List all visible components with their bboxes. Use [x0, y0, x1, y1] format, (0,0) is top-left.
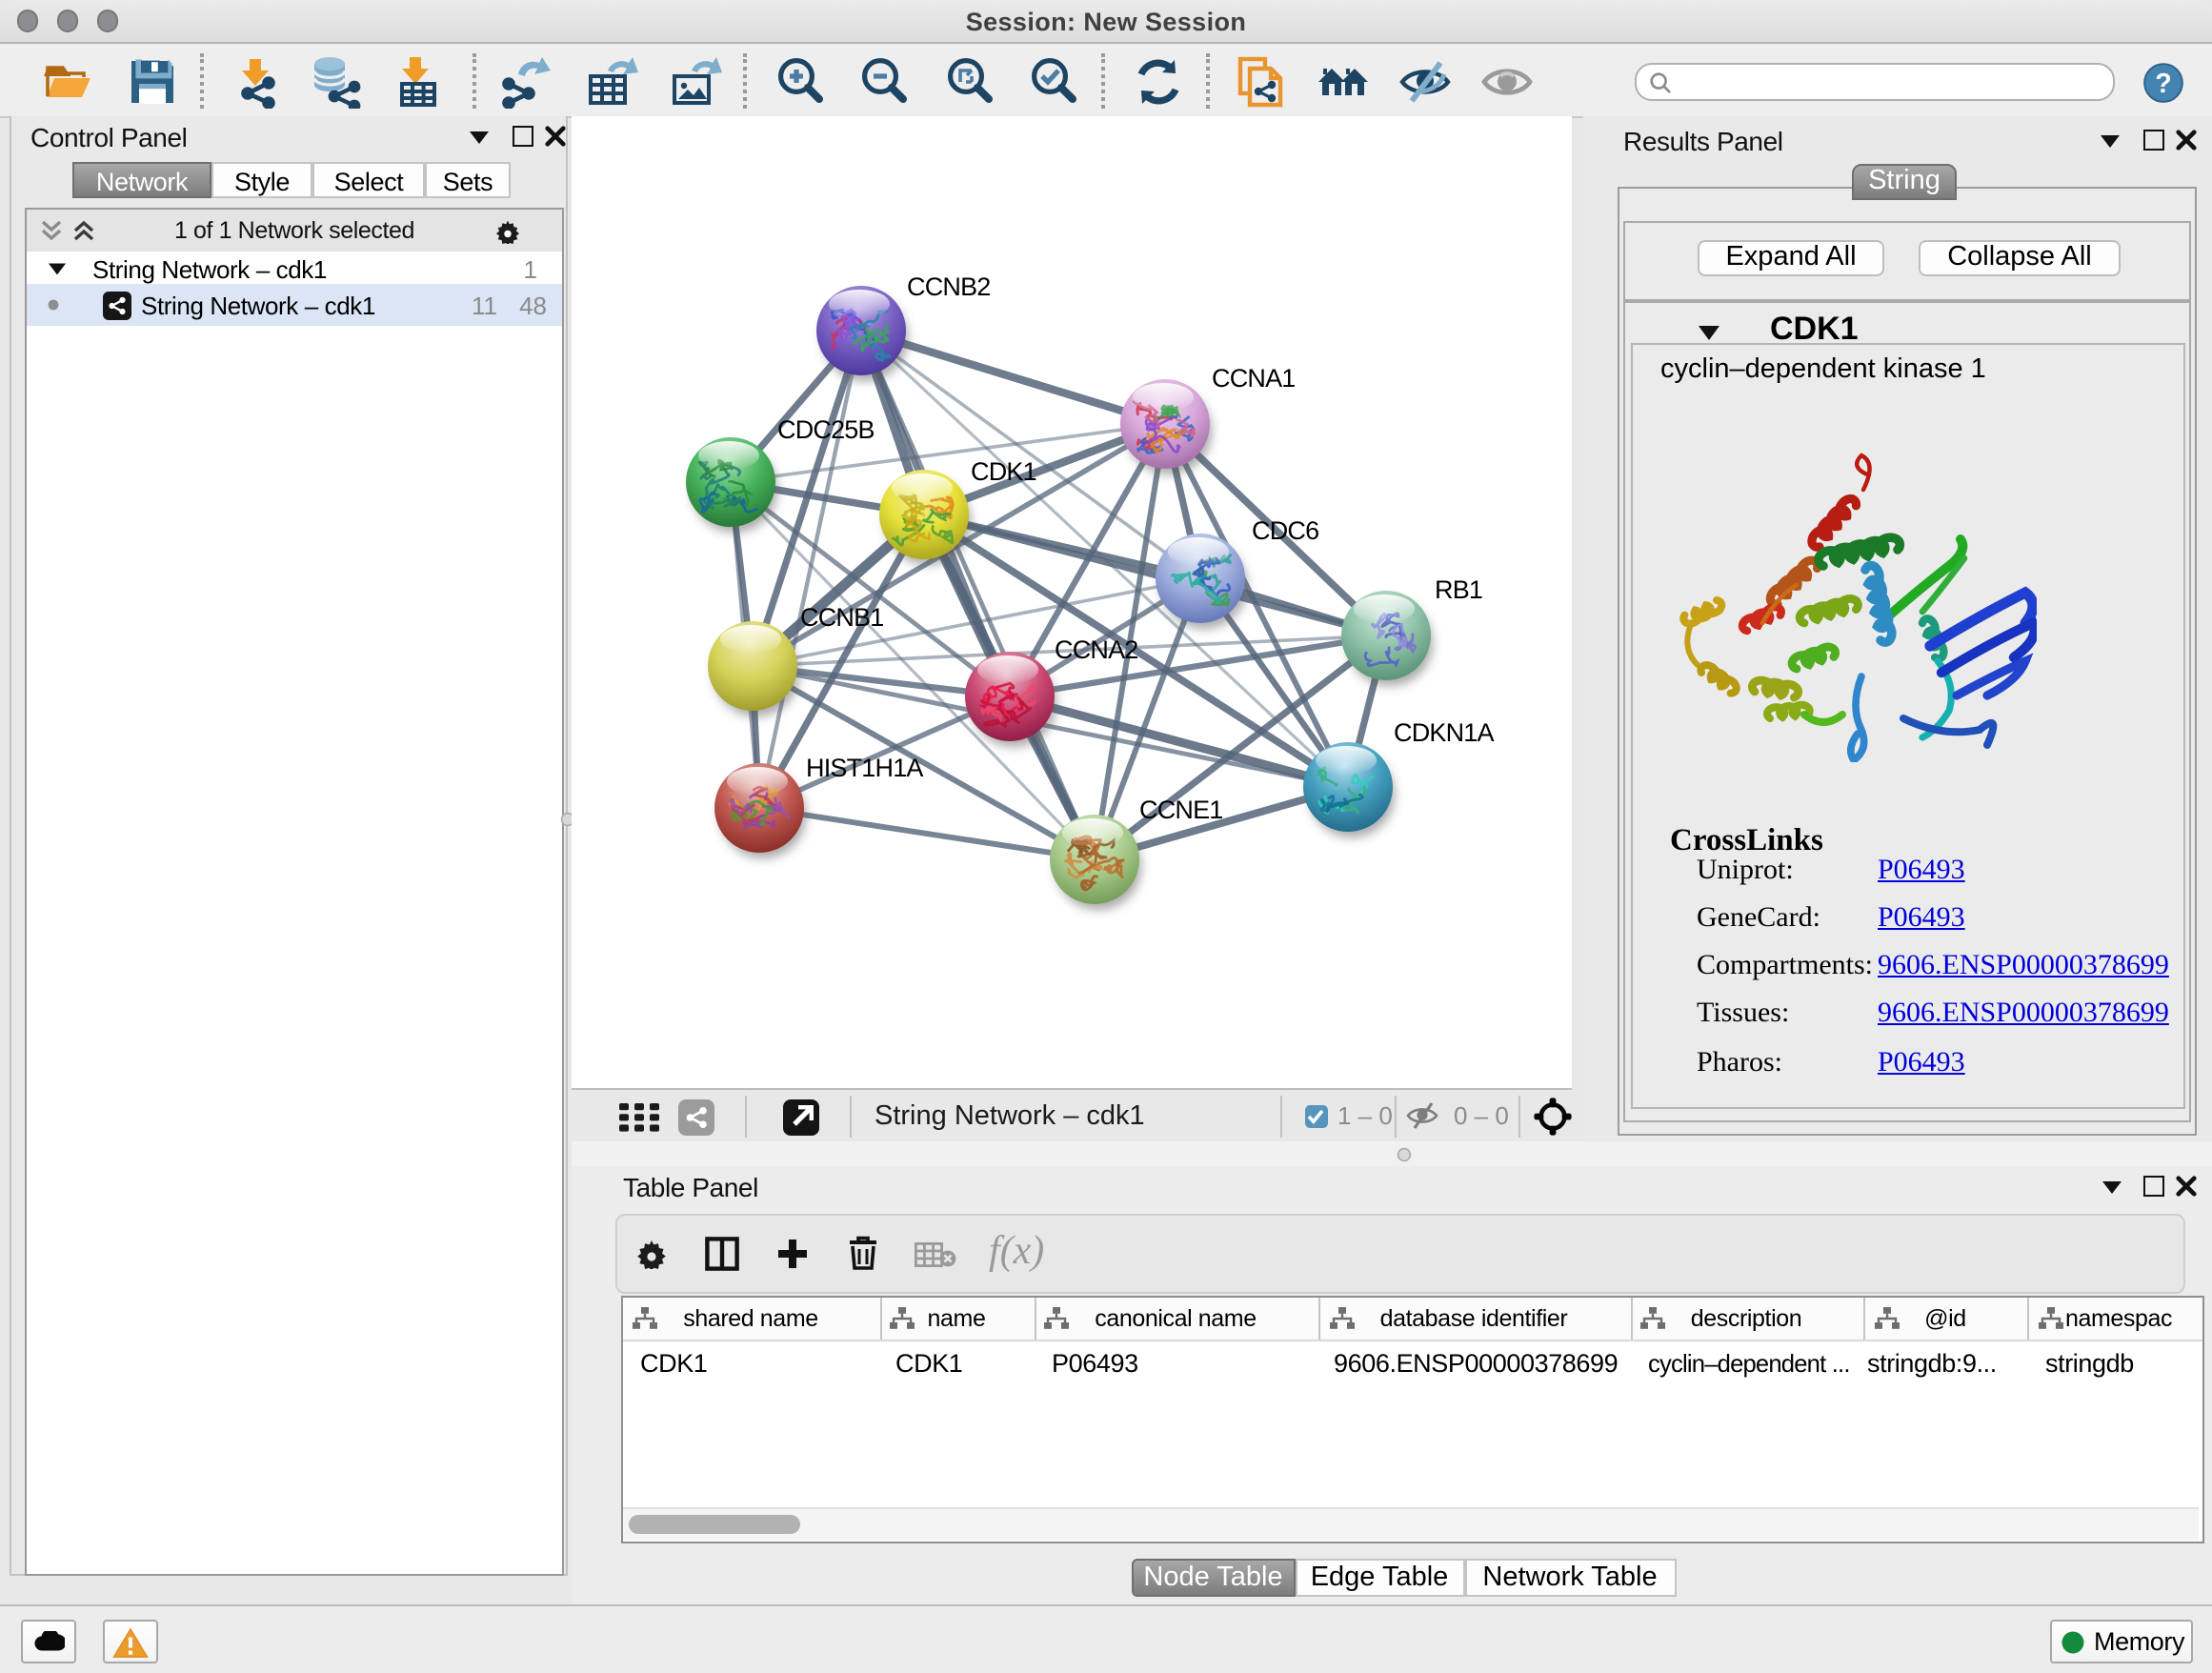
- svg-text:?: ?: [2155, 69, 2172, 99]
- svg-text:CDK1: CDK1: [971, 457, 1036, 486]
- svg-text:CCNB2: CCNB2: [907, 272, 991, 301]
- svg-text:CDC25B: CDC25B: [777, 415, 875, 444]
- svg-text:CCNE1: CCNE1: [1139, 796, 1223, 824]
- svg-text:CCNB1: CCNB1: [800, 603, 884, 632]
- svg-text:CDC6: CDC6: [1252, 516, 1318, 545]
- svg-text:CCNA2: CCNA2: [1055, 635, 1138, 664]
- svg-text:CDKN1A: CDKN1A: [1394, 718, 1495, 747]
- svg-text:CCNA1: CCNA1: [1212, 364, 1296, 393]
- svg-text:RB1: RB1: [1435, 575, 1482, 604]
- svg-text:HIST1H1A: HIST1H1A: [806, 754, 923, 782]
